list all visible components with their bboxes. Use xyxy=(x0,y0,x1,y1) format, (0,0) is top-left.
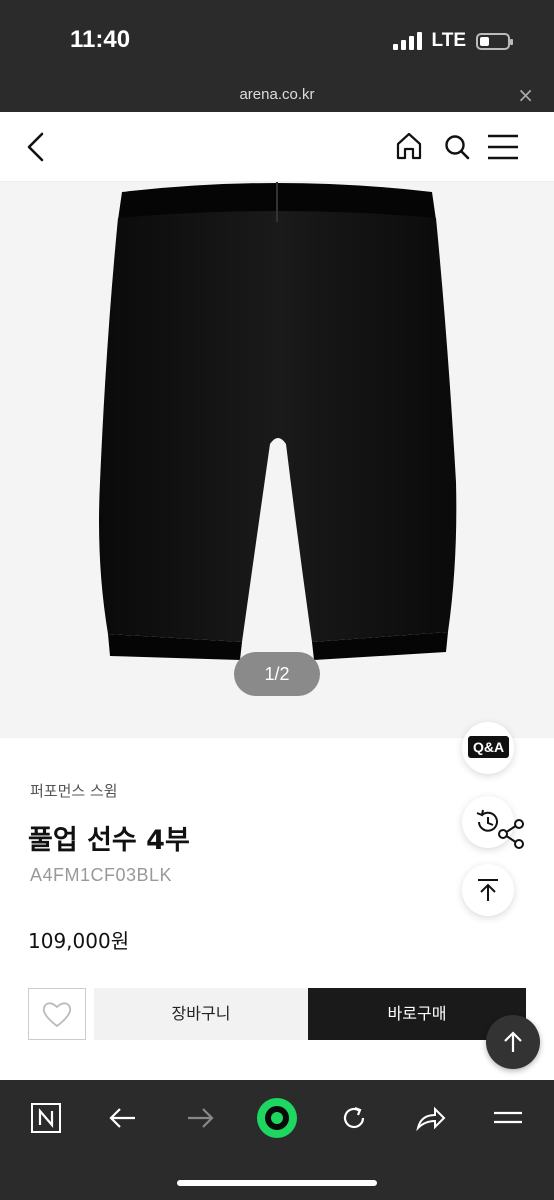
scroll-top-button[interactable] xyxy=(462,864,514,916)
close-icon[interactable]: × xyxy=(517,83,534,107)
home-indicator xyxy=(177,1180,377,1186)
product-price: 109,000원 xyxy=(28,929,130,953)
menu-icon[interactable] xyxy=(486,132,520,162)
back-arrow-icon[interactable] xyxy=(22,130,52,164)
naver-n-icon[interactable] xyxy=(24,1098,68,1138)
reload-icon[interactable] xyxy=(332,1098,376,1138)
scroll-top-icon xyxy=(478,879,498,901)
home-icon[interactable] xyxy=(393,130,425,162)
heart-icon xyxy=(42,1002,72,1028)
menu-icon[interactable] xyxy=(486,1098,530,1138)
share-icon[interactable] xyxy=(496,818,526,850)
status-time: 11:40 xyxy=(70,26,131,53)
scroll-top-dark-icon xyxy=(504,1031,522,1052)
wishlist-button[interactable] xyxy=(28,988,86,1040)
qa-button[interactable]: Q&A xyxy=(462,722,514,774)
top-nav xyxy=(0,112,554,182)
product-title: 풀업 선수 4부 xyxy=(28,825,190,856)
scroll-top-dark-button[interactable] xyxy=(486,1015,540,1069)
add-to-cart-button[interactable]: 장바구니 xyxy=(94,988,308,1040)
back-icon[interactable] xyxy=(101,1098,145,1138)
share-icon[interactable] xyxy=(409,1098,453,1138)
image-counter: 1/2 xyxy=(234,652,320,696)
battery-icon xyxy=(476,32,513,50)
green-dot-icon[interactable] xyxy=(255,1098,299,1138)
status-bar: 11:40 LTE xyxy=(0,0,554,80)
product-category[interactable]: 퍼포먼스 스윔 xyxy=(30,780,118,801)
forward-icon[interactable] xyxy=(178,1098,222,1138)
url-text[interactable]: arena.co.kr xyxy=(0,86,554,103)
product-image[interactable]: 1/2 xyxy=(0,182,554,738)
signal-icon xyxy=(392,32,422,50)
url-bar: arena.co.kr × xyxy=(0,80,554,112)
status-indicators: LTE xyxy=(392,30,513,52)
search-icon[interactable] xyxy=(442,132,472,162)
qa-icon: Q&A xyxy=(468,736,510,758)
network-type: LTE xyxy=(431,30,466,51)
product-sku: A4FM1CF03BLK xyxy=(30,865,173,885)
